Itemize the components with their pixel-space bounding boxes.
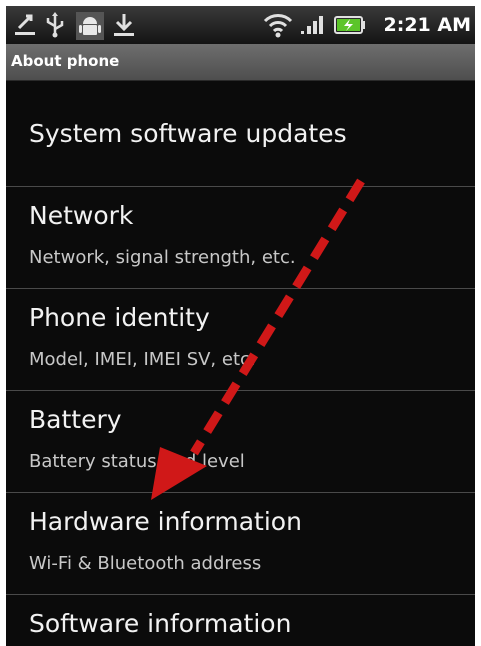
usb-icon — [46, 12, 64, 38]
list-item-network[interactable]: Network Network, signal strength, etc. — [6, 187, 475, 288]
android-icon — [76, 12, 104, 40]
wifi-icon — [263, 14, 293, 38]
list-item-phone-identity[interactable]: Phone identity Model, IMEI, IMEI SV, etc… — [6, 289, 475, 390]
list-item-software-information[interactable]: Software information — [6, 595, 475, 646]
list-item-battery[interactable]: Battery Battery status and level — [6, 391, 475, 492]
item-title: Network — [29, 201, 134, 230]
item-title: Phone identity — [29, 303, 210, 332]
item-title: Software information — [29, 609, 292, 638]
item-summary: Model, IMEI, IMEI SV, etc. — [29, 349, 256, 370]
item-title: Battery — [29, 405, 122, 434]
list-item-hardware-information[interactable]: Hardware information Wi-Fi & Bluetooth a… — [6, 493, 475, 594]
list-item-system-software-updates[interactable]: System software updates — [6, 81, 475, 186]
item-title: System software updates — [29, 119, 347, 148]
item-summary: Battery status and level — [29, 451, 245, 472]
phone-screen: 2:21 AM About phone System software upda… — [6, 6, 475, 646]
item-title: Hardware information — [29, 507, 302, 536]
status-bar: 2:21 AM — [6, 6, 475, 44]
status-clock: 2:21 AM — [383, 14, 472, 36]
page-title: About phone — [11, 52, 120, 70]
usb-debug-icon — [15, 14, 35, 35]
item-summary: Network, signal strength, etc. — [29, 247, 296, 268]
download-icon — [114, 14, 134, 36]
title-bar: About phone — [6, 44, 475, 81]
item-summary: Wi-Fi & Bluetooth address — [29, 553, 262, 574]
signal-icon — [301, 16, 323, 34]
battery-charging-icon — [334, 16, 365, 34]
